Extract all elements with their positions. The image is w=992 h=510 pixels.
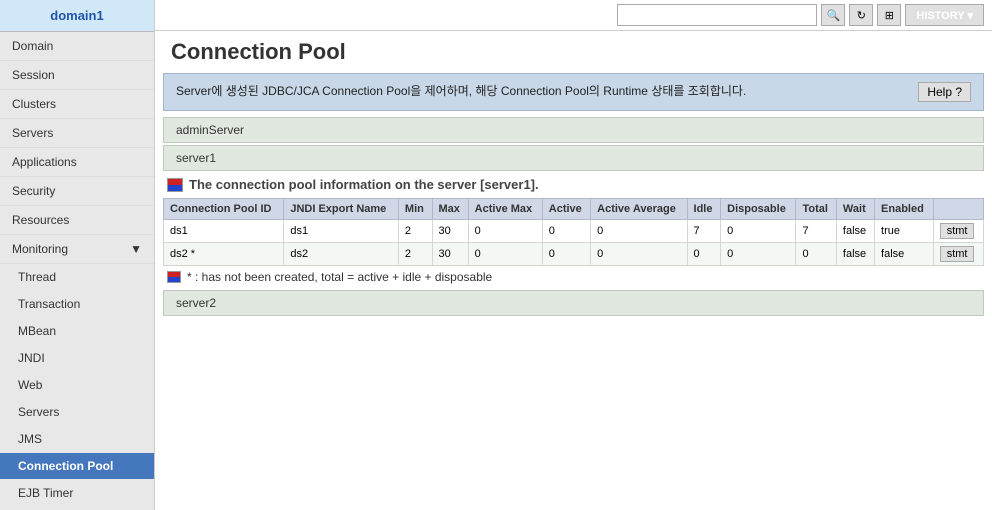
col-header-2: Min bbox=[398, 199, 432, 220]
search-input[interactable] bbox=[617, 4, 817, 26]
sidebar-item-clusters[interactable]: Clusters bbox=[0, 90, 154, 119]
pool-table: Connection Pool IDJNDI Export NameMinMax… bbox=[163, 198, 984, 266]
cell-0-5: 0 bbox=[542, 220, 590, 243]
sidebar-sub-transaction[interactable]: Transaction bbox=[0, 291, 154, 318]
monitoring-label: Monitoring bbox=[12, 242, 68, 256]
cell-0-0: ds1 bbox=[164, 220, 284, 243]
col-header-11: Enabled bbox=[875, 199, 934, 220]
page-title-bar: Connection Pool bbox=[155, 31, 992, 69]
note-flag-icon bbox=[167, 271, 181, 283]
cell-0-7: 7 bbox=[687, 220, 721, 243]
chevron-down-icon: ▼ bbox=[130, 242, 142, 256]
cell-1-10: false bbox=[836, 243, 874, 266]
cell-0-2: 2 bbox=[398, 220, 432, 243]
cell-0-8: 0 bbox=[721, 220, 796, 243]
cell-1-1: ds2 bbox=[284, 243, 399, 266]
main-content: 🔍 ↻ ⊞ HISTORY ▾ Connection Pool Server에 … bbox=[155, 0, 992, 510]
server-row-server1[interactable]: server1 bbox=[163, 145, 984, 171]
sidebar-sub-thread[interactable]: Thread bbox=[0, 264, 154, 291]
description-text: Server에 생성된 JDBC/JCA Connection Pool을 제어… bbox=[176, 82, 746, 101]
col-header-3: Max bbox=[432, 199, 468, 220]
cell-1-4: 0 bbox=[468, 243, 542, 266]
search-button[interactable]: 🔍 bbox=[821, 4, 845, 26]
sidebar-sub-jms[interactable]: JMS bbox=[0, 426, 154, 453]
pool-table-container: Connection Pool IDJNDI Export NameMinMax… bbox=[163, 198, 984, 266]
history-button[interactable]: HISTORY ▾ bbox=[905, 4, 984, 26]
help-button[interactable]: Help ? bbox=[918, 82, 971, 102]
cell-0-10: false bbox=[836, 220, 874, 243]
col-header-0: Connection Pool ID bbox=[164, 199, 284, 220]
note-row: * : has not been created, total = active… bbox=[167, 270, 980, 284]
sidebar-item-session[interactable]: Session bbox=[0, 61, 154, 90]
cell-1-7: 0 bbox=[687, 243, 721, 266]
sidebar-item-security[interactable]: Security bbox=[0, 177, 154, 206]
stmt-button-1[interactable]: stmt bbox=[940, 246, 975, 262]
cell-0-1: ds1 bbox=[284, 220, 399, 243]
sidebar-sub-mbean[interactable]: MBean bbox=[0, 318, 154, 345]
sidebar-sub-servers[interactable]: Servers bbox=[0, 399, 154, 426]
sidebar-item-servers[interactable]: Servers bbox=[0, 119, 154, 148]
description-box: Server에 생성된 JDBC/JCA Connection Pool을 제어… bbox=[163, 73, 984, 111]
col-header-8: Disposable bbox=[721, 199, 796, 220]
cell-0-9: 7 bbox=[796, 220, 836, 243]
cell-0-6: 0 bbox=[591, 220, 687, 243]
server-row-server2[interactable]: server2 bbox=[163, 290, 984, 316]
cell-0-4: 0 bbox=[468, 220, 542, 243]
cell-1-3: 30 bbox=[432, 243, 468, 266]
sidebar-item-domain[interactable]: Domain bbox=[0, 32, 154, 61]
cell-1-stmt[interactable]: stmt bbox=[933, 243, 983, 266]
table-row: ds2 *ds2230000000falsefalsestmt bbox=[164, 243, 984, 266]
table-row: ds1ds1230000707falsetruestmt bbox=[164, 220, 984, 243]
cell-1-9: 0 bbox=[796, 243, 836, 266]
cell-1-6: 0 bbox=[591, 243, 687, 266]
sidebar-sub-connection-pool[interactable]: Connection Pool bbox=[0, 453, 154, 480]
refresh-button[interactable]: ↻ bbox=[849, 4, 873, 26]
col-header-6: Active Average bbox=[591, 199, 687, 220]
col-header-4: Active Max bbox=[468, 199, 542, 220]
section-header-server1: The connection pool information on the s… bbox=[155, 171, 992, 198]
col-header-12 bbox=[933, 199, 983, 220]
col-header-10: Wait bbox=[836, 199, 874, 220]
sidebar-item-resources[interactable]: Resources bbox=[0, 206, 154, 235]
table-body: ds1ds1230000707falsetruestmtds2 *ds22300… bbox=[164, 220, 984, 266]
cell-1-2: 2 bbox=[398, 243, 432, 266]
sidebar-sub-ejb-timer[interactable]: EJB Timer bbox=[0, 480, 154, 507]
cell-1-11: false bbox=[875, 243, 934, 266]
cell-1-0: ds2 * bbox=[164, 243, 284, 266]
section-title: The connection pool information on the s… bbox=[189, 177, 539, 192]
sidebar-item-monitoring[interactable]: Monitoring ▼ bbox=[0, 235, 154, 264]
page-title: Connection Pool bbox=[171, 39, 346, 65]
sidebar-sub-jndi[interactable]: JNDI bbox=[0, 345, 154, 372]
top-bar: 🔍 ↻ ⊞ HISTORY ▾ bbox=[155, 0, 992, 31]
col-header-9: Total bbox=[796, 199, 836, 220]
cell-0-stmt[interactable]: stmt bbox=[933, 220, 983, 243]
cell-1-8: 0 bbox=[721, 243, 796, 266]
sidebar-domain[interactable]: domain1 bbox=[0, 0, 154, 32]
col-header-7: Idle bbox=[687, 199, 721, 220]
col-header-1: JNDI Export Name bbox=[284, 199, 399, 220]
note-text: * : has not been created, total = active… bbox=[187, 270, 492, 284]
cell-1-5: 0 bbox=[542, 243, 590, 266]
sidebar: domain1 Domain Session Clusters Servers … bbox=[0, 0, 155, 510]
cell-0-3: 30 bbox=[432, 220, 468, 243]
cell-0-11: true bbox=[875, 220, 934, 243]
server-row-admin[interactable]: adminServer bbox=[163, 117, 984, 143]
export-button[interactable]: ⊞ bbox=[877, 4, 901, 26]
stmt-button-0[interactable]: stmt bbox=[940, 223, 975, 239]
flag-icon bbox=[167, 178, 183, 192]
col-header-5: Active bbox=[542, 199, 590, 220]
sidebar-item-applications[interactable]: Applications bbox=[0, 148, 154, 177]
table-header: Connection Pool IDJNDI Export NameMinMax… bbox=[164, 199, 984, 220]
sidebar-sub-web[interactable]: Web bbox=[0, 372, 154, 399]
